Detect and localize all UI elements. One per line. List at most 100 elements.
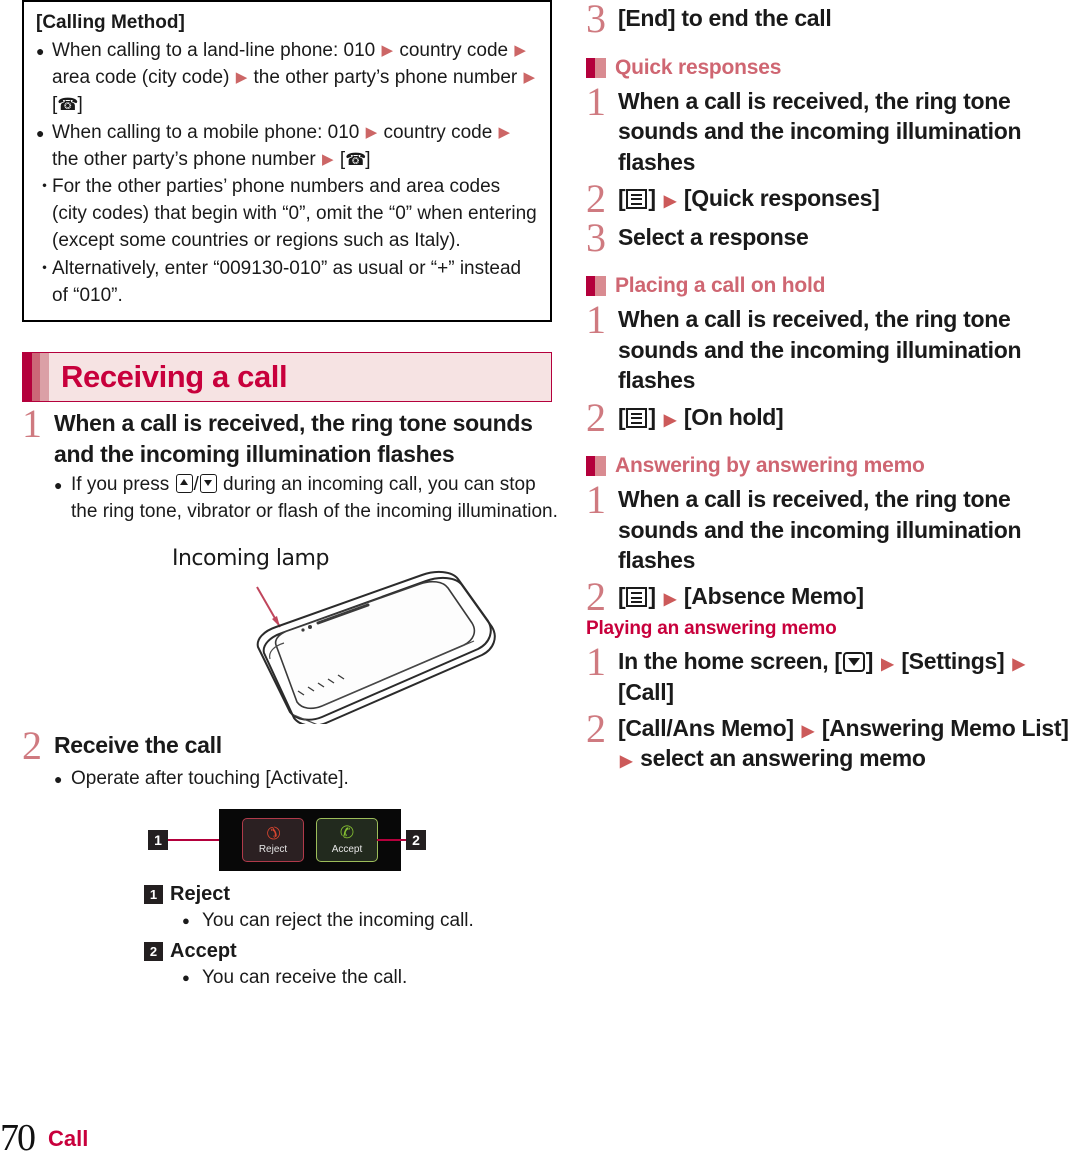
accept-button[interactable]: ✆ Accept: [316, 817, 378, 862]
calling-method-dash-2-text: Alternatively, enter “009130-010” as usu…: [52, 258, 522, 307]
subheading-placing-a-call-on-hold: Placing a call on hold: [586, 274, 1074, 298]
step-3-text: [End] to end the call: [618, 5, 832, 31]
arrow-icon: ▶: [881, 656, 894, 674]
arrow-icon: ▶: [365, 123, 378, 141]
step-number: 1: [586, 639, 606, 685]
arrow-icon: ▶: [235, 68, 248, 86]
bullet-icon: ●: [182, 970, 190, 986]
arrow-icon: ▶: [663, 192, 676, 210]
play-memo-step-1: 1 In the home screen, [] ▶ [Settings] ▶ …: [586, 639, 1074, 707]
play-memo-step-2-text: [Call/Ans Memo] ▶ [Answering Memo List] …: [618, 714, 1069, 772]
calling-method-bullet-landline: ● When calling to a land-line phone: 010…: [36, 38, 538, 119]
legend-note-reject-text: You can reject the incoming call.: [202, 909, 474, 931]
step-number: 2: [586, 175, 606, 221]
memo-step-1-text: When a call is received, the ring tone s…: [618, 486, 1022, 574]
arrow-icon: ▶: [663, 411, 676, 429]
arrow-icon: ▶: [523, 68, 536, 86]
subheading-marker-icon: [586, 276, 606, 297]
arrow-icon: ▶: [514, 41, 526, 59]
step-1-note: ● If you press / during an incoming call…: [54, 472, 562, 525]
qr-step-1: 1 When a call is received, the ring tone…: [586, 78, 1074, 177]
qr-step-3-text: Select a response: [618, 223, 809, 250]
left-column: [Calling Method] ● When calling to a lan…: [22, 0, 562, 992]
calling-method-title: [Calling Method]: [36, 12, 185, 33]
legend-title-accept: Accept: [170, 940, 237, 963]
phone-handset-icon: ☎: [345, 149, 366, 169]
calling-method-bullet-mobile: ● When calling to a mobile phone: 010 ▶ …: [36, 120, 538, 174]
callout-line-2: [377, 838, 406, 841]
phone-illustration: Incoming lamp: [22, 539, 552, 727]
right-column: 3 [End] to end the call Quick responses …: [586, 0, 1074, 774]
qr-step-2-text: [] ▶ [Quick responses]: [618, 184, 880, 211]
arrow-icon: ▶: [801, 722, 814, 740]
calling-method-box: [Calling Method] ● When calling to a lan…: [22, 0, 552, 323]
legend-note-reject: ● You can reject the incoming call.: [182, 908, 562, 935]
hold-step-2: 2 [] ▶ [On hold]: [586, 394, 1074, 440]
menu-key-icon: [626, 587, 648, 608]
step-number: 1: [586, 297, 606, 343]
step-1-text: When a call is received, the ring tone s…: [54, 410, 533, 467]
play-memo-step-2: 2 [Call/Ans Memo] ▶ [Answering Memo List…: [586, 705, 1074, 774]
hold-step-1-text: When a call is received, the ring tone s…: [618, 306, 1022, 394]
menu-key-icon: [626, 407, 648, 428]
reject-handset-icon: ✆: [261, 820, 285, 845]
memo-step-2-text: [] ▶ [Absence Memo]: [618, 583, 864, 610]
step-number: 1: [586, 477, 606, 523]
bullet-icon: ●: [36, 42, 45, 59]
calling-method-landline-text: When calling to a land-line phone: 010 ▶…: [52, 39, 536, 115]
bullet-icon: ●: [54, 477, 63, 494]
subheading-answering-memo-title: Answering by answering memo: [615, 454, 925, 478]
step-number: 1: [586, 78, 606, 124]
menu-key-icon: [626, 188, 648, 209]
subheading-marker-icon: [586, 57, 606, 78]
incoming-call-screenshot-figure: 1 ✆ Reject ✆ Accept 2: [22, 808, 552, 871]
callout-marker-1: 1: [148, 829, 168, 850]
arrow-icon: ▶: [663, 591, 676, 609]
step-2-note: ● Operate after touching [Activate].: [54, 766, 562, 793]
memo-step-2: 2 [] ▶ [Absence Memo]: [586, 574, 1074, 620]
accept-button-label: Accept: [331, 844, 363, 856]
qr-step-1-text: When a call is received, the ring tone s…: [618, 87, 1022, 175]
volume-down-key-icon: [199, 474, 217, 494]
arrow-icon: ▶: [322, 150, 334, 168]
step-2-receive-the-call: 2 Receive the call: [22, 723, 562, 769]
step-number: 2: [586, 574, 606, 620]
step-number: 2: [586, 705, 606, 751]
subheading-marker-icon: [586, 456, 606, 477]
phone-handset-icon: ☎: [57, 94, 78, 114]
legend-title-reject: Reject: [170, 882, 231, 905]
step-3-end-call: 3 [End] to end the call: [586, 0, 1074, 38]
bullet-icon: ●: [54, 771, 63, 788]
subsubheading-playing-an-answering-memo: Playing an answering memo: [586, 618, 837, 640]
home-key-icon: [842, 652, 865, 673]
legend-note-accept: ● You can receive the call.: [182, 965, 562, 992]
qr-step-3: 3 Select a response: [586, 214, 1074, 260]
calling-method-dash-1-text: For the other parties’ phone numbers and…: [52, 176, 537, 252]
manual-page: [Calling Method] ● When calling to a lan…: [0, 0, 1074, 1157]
page-number: 70: [0, 1116, 36, 1159]
subheading-answering-by-answering-memo: Answering by answering memo: [586, 454, 1074, 478]
step-1-note-text: If you press / during an incoming call, …: [71, 474, 558, 522]
step-number: 2: [22, 723, 42, 769]
arrow-icon: ▶: [498, 123, 511, 141]
legend-item-accept: 2 Accept: [144, 940, 562, 963]
step-number: 3: [586, 214, 606, 260]
callout-marker-2: 2: [406, 829, 426, 850]
memo-step-1: 1 When a call is received, the ring tone…: [586, 477, 1074, 575]
figure-legend: 1 Reject ● You can reject the incoming c…: [144, 883, 562, 992]
section-heading-receiving-a-call: Receiving a call: [22, 352, 552, 403]
legend-marker-2: 2: [144, 942, 163, 962]
bullet-icon: ●: [36, 124, 45, 141]
step-number: 1: [22, 401, 42, 447]
qr-step-2: 2 [] ▶ [Quick responses]: [586, 175, 1074, 221]
step-2-text: Receive the call: [54, 732, 222, 759]
accept-handset-icon: ✆: [339, 823, 355, 843]
calling-method-dash-1: ・ For the other parties’ phone numbers a…: [36, 174, 538, 255]
step-number: 2: [586, 394, 606, 440]
subheading-quick-responses-title: Quick responses: [615, 55, 782, 79]
step-2-note-text: Operate after touching [Activate].: [71, 768, 349, 790]
reject-button-label: Reject: [258, 844, 288, 856]
bullet-icon: ●: [182, 912, 190, 928]
reject-button[interactable]: ✆ Reject: [242, 817, 304, 862]
legend-note-accept-text: You can receive the call.: [202, 967, 408, 989]
